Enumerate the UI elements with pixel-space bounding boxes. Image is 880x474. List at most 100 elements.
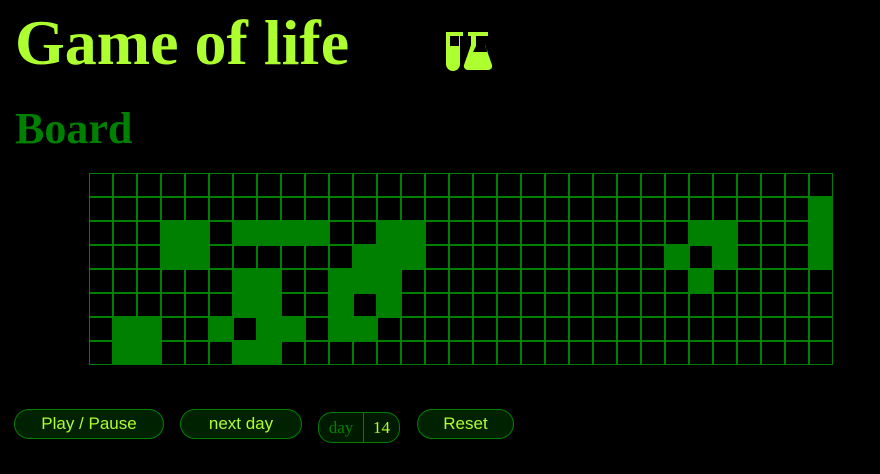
- board-cell[interactable]: [378, 198, 400, 220]
- board-cell[interactable]: [426, 294, 448, 316]
- board-cell[interactable]: [90, 174, 112, 196]
- board-cell[interactable]: [594, 342, 616, 364]
- board-cell[interactable]: [162, 174, 184, 196]
- board-cell[interactable]: [762, 198, 784, 220]
- board-cell[interactable]: [186, 174, 208, 196]
- board-cell[interactable]: [738, 270, 760, 292]
- board-cell[interactable]: [282, 198, 304, 220]
- board-cell[interactable]: [570, 270, 592, 292]
- board-cell[interactable]: [522, 270, 544, 292]
- board-cell[interactable]: [330, 222, 352, 244]
- board-cell[interactable]: [402, 198, 424, 220]
- board-cell[interactable]: [618, 246, 640, 268]
- board-cell[interactable]: [810, 198, 832, 220]
- board-cell[interactable]: [738, 246, 760, 268]
- board-cell[interactable]: [162, 198, 184, 220]
- board-cell[interactable]: [378, 222, 400, 244]
- board-cell[interactable]: [738, 318, 760, 340]
- board-cell[interactable]: [354, 270, 376, 292]
- board-cell[interactable]: [474, 318, 496, 340]
- board-cell[interactable]: [474, 246, 496, 268]
- board-cell[interactable]: [186, 342, 208, 364]
- board-cell[interactable]: [618, 222, 640, 244]
- board-cell[interactable]: [594, 294, 616, 316]
- board-cell[interactable]: [570, 294, 592, 316]
- board-cell[interactable]: [474, 174, 496, 196]
- board-cell[interactable]: [426, 246, 448, 268]
- board-cell[interactable]: [642, 294, 664, 316]
- board-cell[interactable]: [234, 174, 256, 196]
- board-cell[interactable]: [690, 222, 712, 244]
- board-cell[interactable]: [138, 318, 160, 340]
- board-cell[interactable]: [618, 270, 640, 292]
- board-cell[interactable]: [138, 174, 160, 196]
- board-cell[interactable]: [450, 222, 472, 244]
- board-cell[interactable]: [354, 174, 376, 196]
- board-cell[interactable]: [210, 246, 232, 268]
- board-cell[interactable]: [570, 198, 592, 220]
- board-cell[interactable]: [666, 198, 688, 220]
- board-cell[interactable]: [642, 246, 664, 268]
- board-cell[interactable]: [258, 246, 280, 268]
- board-cell[interactable]: [90, 198, 112, 220]
- board-cell[interactable]: [354, 342, 376, 364]
- board-cell[interactable]: [402, 246, 424, 268]
- board-cell[interactable]: [546, 294, 568, 316]
- board-cell[interactable]: [570, 222, 592, 244]
- board-cell[interactable]: [234, 342, 256, 364]
- board-cell[interactable]: [378, 318, 400, 340]
- board-cell[interactable]: [570, 318, 592, 340]
- board-cell[interactable]: [738, 198, 760, 220]
- board-cell[interactable]: [306, 294, 328, 316]
- board-cell[interactable]: [522, 198, 544, 220]
- board-cell[interactable]: [114, 270, 136, 292]
- board-cell[interactable]: [450, 198, 472, 220]
- board-cell[interactable]: [138, 270, 160, 292]
- board-cell[interactable]: [642, 318, 664, 340]
- board-cell[interactable]: [666, 318, 688, 340]
- board-cell[interactable]: [618, 318, 640, 340]
- board-cell[interactable]: [786, 198, 808, 220]
- board-cell[interactable]: [186, 270, 208, 292]
- board-cell[interactable]: [330, 270, 352, 292]
- board-cell[interactable]: [258, 222, 280, 244]
- board-cell[interactable]: [330, 198, 352, 220]
- board-cell[interactable]: [522, 174, 544, 196]
- board-cell[interactable]: [210, 174, 232, 196]
- board-cell[interactable]: [810, 246, 832, 268]
- board-cell[interactable]: [642, 198, 664, 220]
- board-cell[interactable]: [522, 246, 544, 268]
- board-cell[interactable]: [738, 222, 760, 244]
- board-cell[interactable]: [234, 294, 256, 316]
- board-cell[interactable]: [762, 294, 784, 316]
- board-cell[interactable]: [186, 222, 208, 244]
- board-cell[interactable]: [306, 174, 328, 196]
- board-cell[interactable]: [114, 246, 136, 268]
- board-cell[interactable]: [690, 198, 712, 220]
- board-cell[interactable]: [690, 318, 712, 340]
- board-cell[interactable]: [618, 174, 640, 196]
- board-cell[interactable]: [474, 198, 496, 220]
- board-cell[interactable]: [186, 246, 208, 268]
- board-cell[interactable]: [690, 174, 712, 196]
- board-cell[interactable]: [690, 342, 712, 364]
- board-cell[interactable]: [570, 246, 592, 268]
- board-cell[interactable]: [210, 342, 232, 364]
- board-cell[interactable]: [282, 222, 304, 244]
- board-cell[interactable]: [498, 198, 520, 220]
- board-cell[interactable]: [306, 318, 328, 340]
- board-cell[interactable]: [762, 342, 784, 364]
- board-cell[interactable]: [690, 270, 712, 292]
- board-cell[interactable]: [474, 222, 496, 244]
- board-cell[interactable]: [666, 174, 688, 196]
- board-cell[interactable]: [354, 222, 376, 244]
- board-cell[interactable]: [546, 270, 568, 292]
- board-cell[interactable]: [258, 342, 280, 364]
- board-cell[interactable]: [282, 174, 304, 196]
- board-cell[interactable]: [306, 342, 328, 364]
- board-cell[interactable]: [498, 174, 520, 196]
- board-cell[interactable]: [282, 294, 304, 316]
- board-cell[interactable]: [738, 294, 760, 316]
- board-cell[interactable]: [522, 318, 544, 340]
- board-cell[interactable]: [426, 198, 448, 220]
